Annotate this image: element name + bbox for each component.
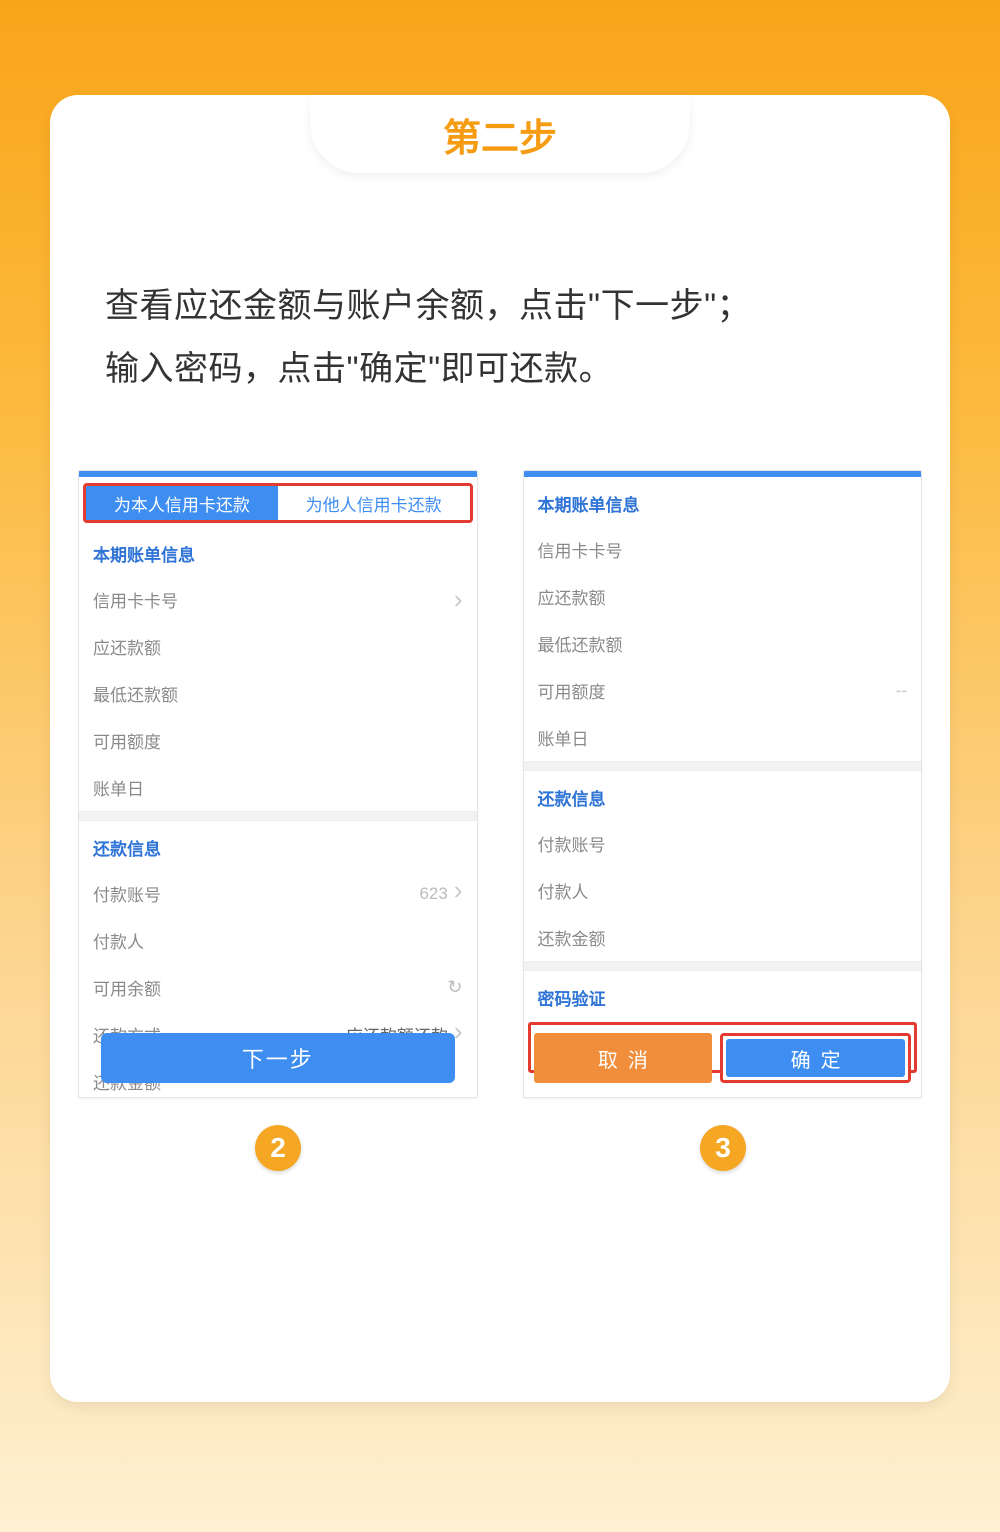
instructions-line-1: 查看应还金额与账户余额，点击"下一步"；	[105, 275, 895, 338]
step-badge-3: 3	[700, 1125, 746, 1171]
row-payer: 付款人	[524, 867, 922, 914]
chevron-right-icon	[454, 883, 463, 904]
divider	[524, 761, 922, 771]
screenshot-step-2: 为本人信用卡还款 为他人信用卡还款 本期账单信息 信用卡卡号 应还款额 最低还款…	[78, 470, 478, 1098]
section-bill-header: 本期账单信息	[79, 527, 477, 576]
row-bill-date: 账单日	[79, 764, 477, 811]
row-card-number[interactable]: 信用卡卡号	[79, 576, 477, 623]
step-badge-2: 2	[255, 1125, 301, 1171]
payer-label: 付款人	[538, 878, 589, 903]
instructions-text: 查看应还金额与账户余额，点击"下一步"； 输入密码，点击"确定"即可还款。	[105, 275, 895, 401]
tab-other-repay[interactable]: 为他人信用卡还款	[278, 486, 470, 520]
payer-label: 付款人	[93, 928, 144, 953]
row-amount-due: 应还款额	[79, 623, 477, 670]
step-title-tab: 第二步	[310, 95, 690, 173]
row-pay-account: 付款账号	[524, 820, 922, 867]
instructions-line-2: 输入密码，点击"确定"即可还款。	[105, 338, 895, 401]
row-min-due: 最低还款额	[524, 620, 922, 667]
confirm-button[interactable]: 确定	[726, 1039, 905, 1077]
avail-limit-label: 可用额度	[538, 678, 606, 703]
row-avail-limit: 可用额度	[79, 717, 477, 764]
row-min-due: 最低还款额	[79, 670, 477, 717]
step-title: 第二步	[443, 107, 557, 162]
row-card-number: 信用卡卡号	[524, 526, 922, 573]
next-button[interactable]: 下一步	[101, 1033, 455, 1083]
min-due-label: 最低还款额	[538, 631, 623, 656]
section-password-header: 密码验证	[524, 971, 922, 1020]
section-bill-header: 本期账单信息	[524, 477, 922, 526]
row-avail-limit: 可用额度 --	[524, 667, 922, 714]
amount-due-label: 应还款额	[93, 634, 161, 659]
tab-self-repay[interactable]: 为本人信用卡还款	[86, 486, 278, 520]
divider	[524, 961, 922, 971]
pay-account-value: 623	[419, 883, 462, 904]
repay-tabs-highlight: 为本人信用卡还款 为他人信用卡还款	[83, 483, 473, 523]
repay-amount-label: 还款金额	[538, 925, 606, 950]
screens-container: 为本人信用卡还款 为他人信用卡还款 本期账单信息 信用卡卡号 应还款额 最低还款…	[78, 470, 922, 1098]
avail-limit-value: --	[896, 681, 907, 701]
pay-account-label: 付款账号	[93, 881, 161, 906]
row-pay-account[interactable]: 付款账号 623	[79, 870, 477, 917]
pay-account-label: 付款账号	[538, 831, 606, 856]
avail-limit-label: 可用额度	[93, 728, 161, 753]
refresh-icon[interactable]	[447, 977, 462, 998]
card-number-label: 信用卡卡号	[93, 587, 178, 612]
screenshot-step-3: 本期账单信息 信用卡卡号 应还款额 最低还款额 可用额度 -- 账单日 还款信息…	[523, 470, 923, 1098]
bill-date-label: 账单日	[538, 725, 589, 750]
bill-date-label: 账单日	[93, 775, 144, 800]
chevron-right-icon	[454, 592, 463, 608]
pay-account-number: 623	[419, 884, 447, 904]
row-repay-amount: 还款金额	[524, 914, 922, 961]
row-payer: 付款人	[79, 917, 477, 964]
button-row: 取消 确定	[524, 1033, 922, 1097]
chevron-right-icon	[454, 1024, 463, 1045]
cancel-button[interactable]: 取消	[534, 1033, 713, 1083]
avail-balance-label: 可用余额	[93, 975, 161, 1000]
amount-due-label: 应还款额	[538, 584, 606, 609]
min-due-label: 最低还款额	[93, 681, 178, 706]
row-avail-balance: 可用余额	[79, 964, 477, 1011]
row-bill-date: 账单日	[524, 714, 922, 761]
card-number-label: 信用卡卡号	[538, 537, 623, 562]
section-repay-header: 还款信息	[79, 821, 477, 870]
row-amount-due: 应还款额	[524, 573, 922, 620]
section-repay-header: 还款信息	[524, 771, 922, 820]
top-strip	[79, 471, 477, 477]
divider	[79, 811, 477, 821]
confirm-highlight: 确定	[720, 1033, 911, 1083]
